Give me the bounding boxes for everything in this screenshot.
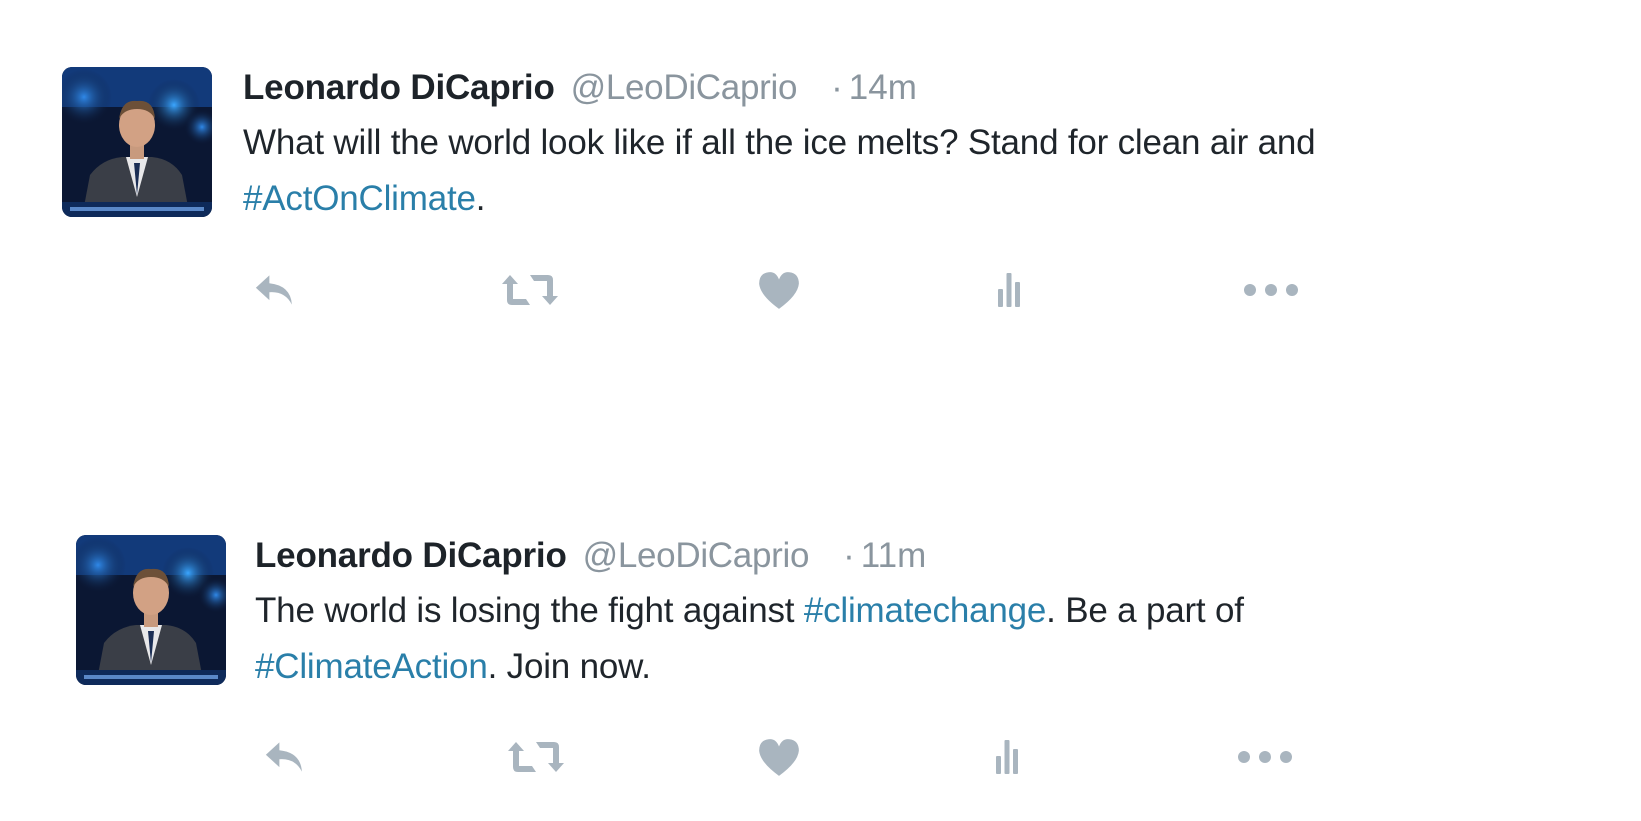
hashtag-link[interactable]: #ClimateAction <box>255 647 488 686</box>
retweet-icon <box>507 739 565 775</box>
author-handle[interactable]: @LeoDiCaprio <box>583 536 810 576</box>
analytics-button[interactable] <box>990 732 1024 782</box>
timestamp[interactable]: 11m <box>861 536 927 576</box>
tweet-text-end: . Join now. <box>487 647 651 686</box>
tweet-text-mid: . Be a part of <box>1046 591 1244 630</box>
action-bar <box>0 732 1641 782</box>
tweet-text-pre: The world is losing the fight against <box>255 591 804 630</box>
avatar[interactable] <box>76 535 226 685</box>
hashtag-link[interactable]: #climatechange <box>804 591 1047 630</box>
tweet[interactable]: Leonardo DiCaprio @LeoDiCaprio · 11m The… <box>0 0 1641 300</box>
reply-button[interactable] <box>258 732 312 782</box>
more-icon <box>1237 750 1293 764</box>
separator-dot: · <box>843 536 855 575</box>
tweet-text: The world is losing the fight against #c… <box>255 583 1244 695</box>
avatar-image <box>76 535 226 685</box>
like-icon <box>756 736 802 778</box>
more-button[interactable] <box>1232 732 1298 782</box>
tweet-header: Leonardo DiCaprio @LeoDiCaprio · 11m <box>255 536 926 576</box>
reply-icon <box>261 739 309 775</box>
analytics-icon <box>995 739 1019 775</box>
like-button[interactable] <box>752 732 806 782</box>
retweet-button[interactable] <box>503 732 569 782</box>
author-name[interactable]: Leonardo DiCaprio <box>255 536 567 576</box>
